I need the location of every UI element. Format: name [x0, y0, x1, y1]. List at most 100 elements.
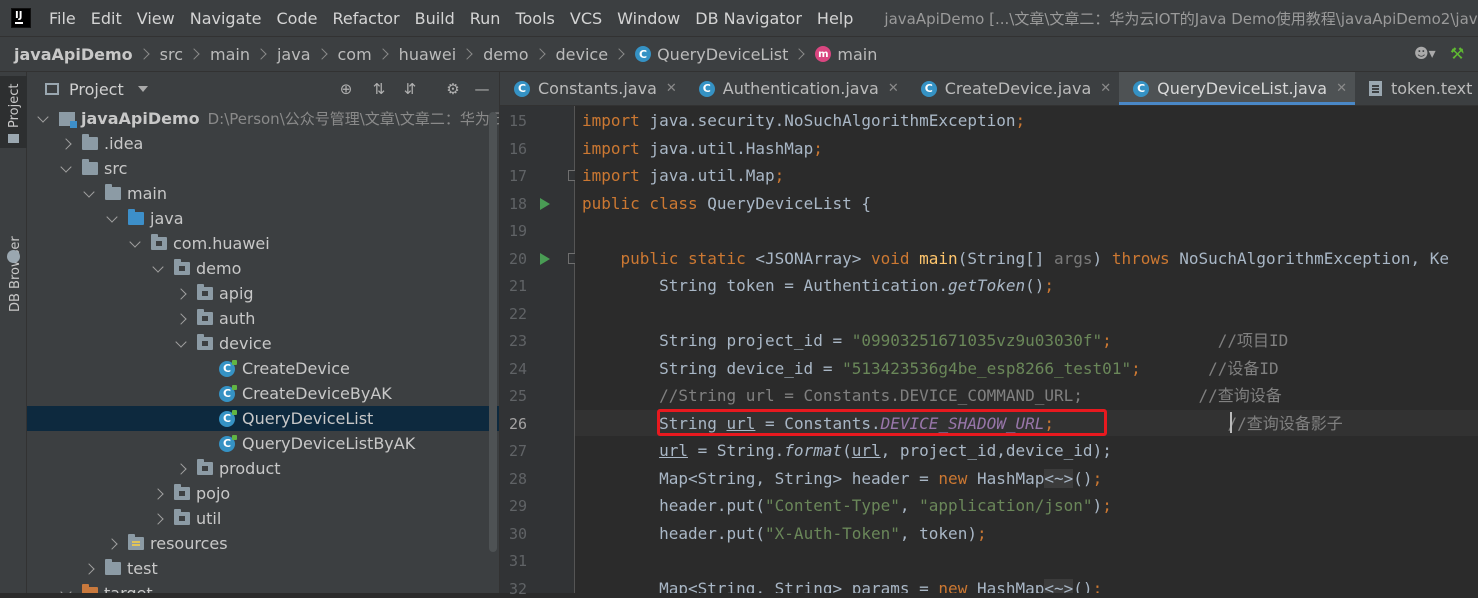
code-line: import java.security.NoSuchAlgorithmExce…	[582, 107, 1025, 134]
menu-item-db-navigator[interactable]: DB Navigator	[695, 9, 802, 28]
tree-item-product[interactable]: product	[27, 456, 499, 481]
breadcrumb-item[interactable]: javaApiDemo	[14, 45, 133, 64]
code-editor[interactable]: import java.security.NoSuchAlgorithmExce…	[575, 106, 1478, 593]
close-icon[interactable]: ✕	[1336, 81, 1347, 96]
run-gutter-icon[interactable]	[540, 197, 550, 210]
chevron-right-icon[interactable]	[60, 137, 72, 150]
chevron-down-icon[interactable]	[137, 86, 148, 92]
tab-token-text[interactable]: token.text✕	[1355, 72, 1478, 105]
hide-panel-icon[interactable]: —	[473, 80, 491, 98]
menu-item-help[interactable]: Help	[817, 9, 853, 28]
menu-item-refactor[interactable]: Refactor	[332, 9, 399, 28]
tab-authentication-java[interactable]: C Authentication.java ✕	[685, 72, 907, 105]
tree-item-pojo[interactable]: pojo	[27, 481, 499, 506]
expand-all-icon[interactable]: ⇅	[370, 80, 388, 98]
tree-item-label: .idea	[104, 134, 144, 153]
tree-item-javaapidemo[interactable]: javaApiDemo D:\Person\公众号管理\文章\文章二：华为云IO	[27, 106, 499, 131]
project-tool-window-button[interactable]: Project	[0, 76, 27, 148]
breadcrumb-item[interactable]: device	[556, 45, 609, 64]
chevron-down-icon[interactable]	[152, 260, 164, 273]
code-token: NoSuchAlgorithmException, Ke	[1179, 248, 1449, 268]
chevron-right-icon	[188, 48, 200, 60]
chevron-right-icon[interactable]	[175, 312, 187, 325]
collapse-all-icon[interactable]: ⇵	[401, 80, 419, 98]
chevron-down-icon[interactable]	[129, 235, 141, 248]
chevron-down-icon[interactable]	[83, 185, 95, 198]
tree-item-resources[interactable]: resources	[27, 531, 499, 556]
tree-item-test[interactable]: test	[27, 556, 499, 581]
java-class-icon: C	[514, 80, 530, 97]
tree-item-target[interactable]: target	[27, 581, 499, 593]
java-class-icon: C	[920, 80, 937, 97]
tab-querydevicelist-java[interactable]: C QueryDeviceList.java ✕	[1119, 72, 1355, 105]
breadcrumb-item[interactable]: demo	[483, 45, 528, 64]
tree-item-src[interactable]: src	[27, 156, 499, 181]
breadcrumb-item[interactable]: main	[210, 45, 250, 64]
tree-item-createdevice[interactable]: C CreateDevice	[27, 356, 499, 381]
build-hammer-icon[interactable]: ⚒	[1450, 44, 1470, 64]
chevron-right-icon[interactable]	[175, 462, 187, 475]
chevron-down-icon[interactable]	[37, 110, 49, 123]
breadcrumb-item[interactable]: com	[338, 45, 372, 64]
tree-item-createdevicebyak[interactable]: C CreateDeviceByAK	[27, 381, 499, 406]
code-token: "513423536g4be_esp8266_test01"	[842, 358, 1132, 378]
breadcrumb-item[interactable]: src	[160, 45, 183, 64]
breadcrumb-item[interactable]: huawei	[399, 45, 456, 64]
menu-item-window[interactable]: Window	[617, 9, 680, 28]
gear-icon[interactable]: ⚙	[444, 80, 462, 98]
chevron-down-icon[interactable]	[106, 210, 118, 223]
tree-item-label: util	[196, 509, 222, 528]
tab-constants-java[interactable]: C Constants.java ✕	[500, 72, 685, 105]
menu-items: File Edit View Navigate Code Refactor Build Run…	[49, 9, 868, 28]
project-view-icon	[45, 83, 59, 95]
close-icon[interactable]: ✕	[666, 81, 677, 96]
tree-item-com-huawei[interactable]: com.huawei	[27, 231, 499, 256]
tree-item-apig[interactable]: apig	[27, 281, 499, 306]
chevron-down-icon[interactable]	[60, 585, 72, 593]
locate-target-icon[interactable]: ⊕	[337, 80, 355, 98]
chevron-right-icon[interactable]	[106, 537, 118, 550]
menu-item-tools[interactable]: Tools	[515, 9, 554, 28]
chevron-right-icon[interactable]	[83, 562, 95, 575]
tab-createdevice-java[interactable]: C CreateDevice.java ✕	[907, 72, 1119, 105]
project-tree-scrollbar[interactable]	[489, 112, 497, 552]
tree-item-main[interactable]: main	[27, 181, 499, 206]
tree-item-util[interactable]: util	[27, 506, 499, 531]
chevron-down-icon[interactable]	[175, 335, 187, 348]
menu-item-view[interactable]: View	[137, 9, 175, 28]
tree-item-querydevicelist[interactable]: C QueryDeviceList	[27, 406, 499, 431]
breadcrumb-item[interactable]: C QueryDeviceList	[635, 45, 788, 64]
code-token: )	[1092, 496, 1103, 515]
tree-item-auth[interactable]: auth	[27, 306, 499, 331]
menu-item-run[interactable]: Run	[470, 9, 501, 28]
tree-item-java[interactable]: java	[27, 206, 499, 231]
chevron-right-icon[interactable]	[152, 487, 164, 500]
run-gutter-icon[interactable]	[540, 252, 550, 265]
menu-item-code[interactable]: Code	[277, 9, 318, 28]
menu-item-build[interactable]: Build	[415, 9, 455, 28]
code-token: ;	[1092, 578, 1103, 594]
breadcrumb-item[interactable]: java	[277, 45, 311, 64]
tree-item-label: main	[127, 184, 167, 203]
menu-item-navigate[interactable]: Navigate	[190, 9, 262, 28]
close-icon[interactable]: ✕	[1100, 81, 1111, 96]
user-account-icon[interactable]: ☻▾	[1414, 46, 1440, 64]
project-panel-title[interactable]: Project	[69, 80, 124, 99]
editor-gutter: 15 16 17 18 19 20 21 22 23 24 25 26 27 28 29 30 31 32	[500, 106, 579, 598]
menu-item-file[interactable]: File	[49, 9, 76, 28]
chevron-down-icon[interactable]	[60, 160, 72, 173]
breadcrumb-label: QueryDeviceList	[657, 44, 789, 64]
tree-item-querydevicelistbyak[interactable]: C QueryDeviceListByAK	[27, 431, 499, 456]
tree-item-label: QueryDeviceList	[242, 409, 374, 428]
tree-item-device[interactable]: device	[27, 331, 499, 356]
chevron-right-icon[interactable]	[152, 512, 164, 525]
close-icon[interactable]: ✕	[888, 81, 899, 96]
tree-item--idea[interactable]: .idea	[27, 131, 499, 156]
code-line: public static <JSONArray> void main(Stri…	[582, 245, 1449, 272]
breadcrumb-item[interactable]: m main	[815, 45, 877, 64]
chevron-right-icon[interactable]	[175, 287, 187, 300]
menu-item-edit[interactable]: Edit	[91, 9, 122, 28]
menu-item-vcs[interactable]: VCS	[570, 9, 602, 28]
tree-item-label: test	[127, 559, 158, 578]
tree-item-demo[interactable]: demo	[27, 256, 499, 281]
